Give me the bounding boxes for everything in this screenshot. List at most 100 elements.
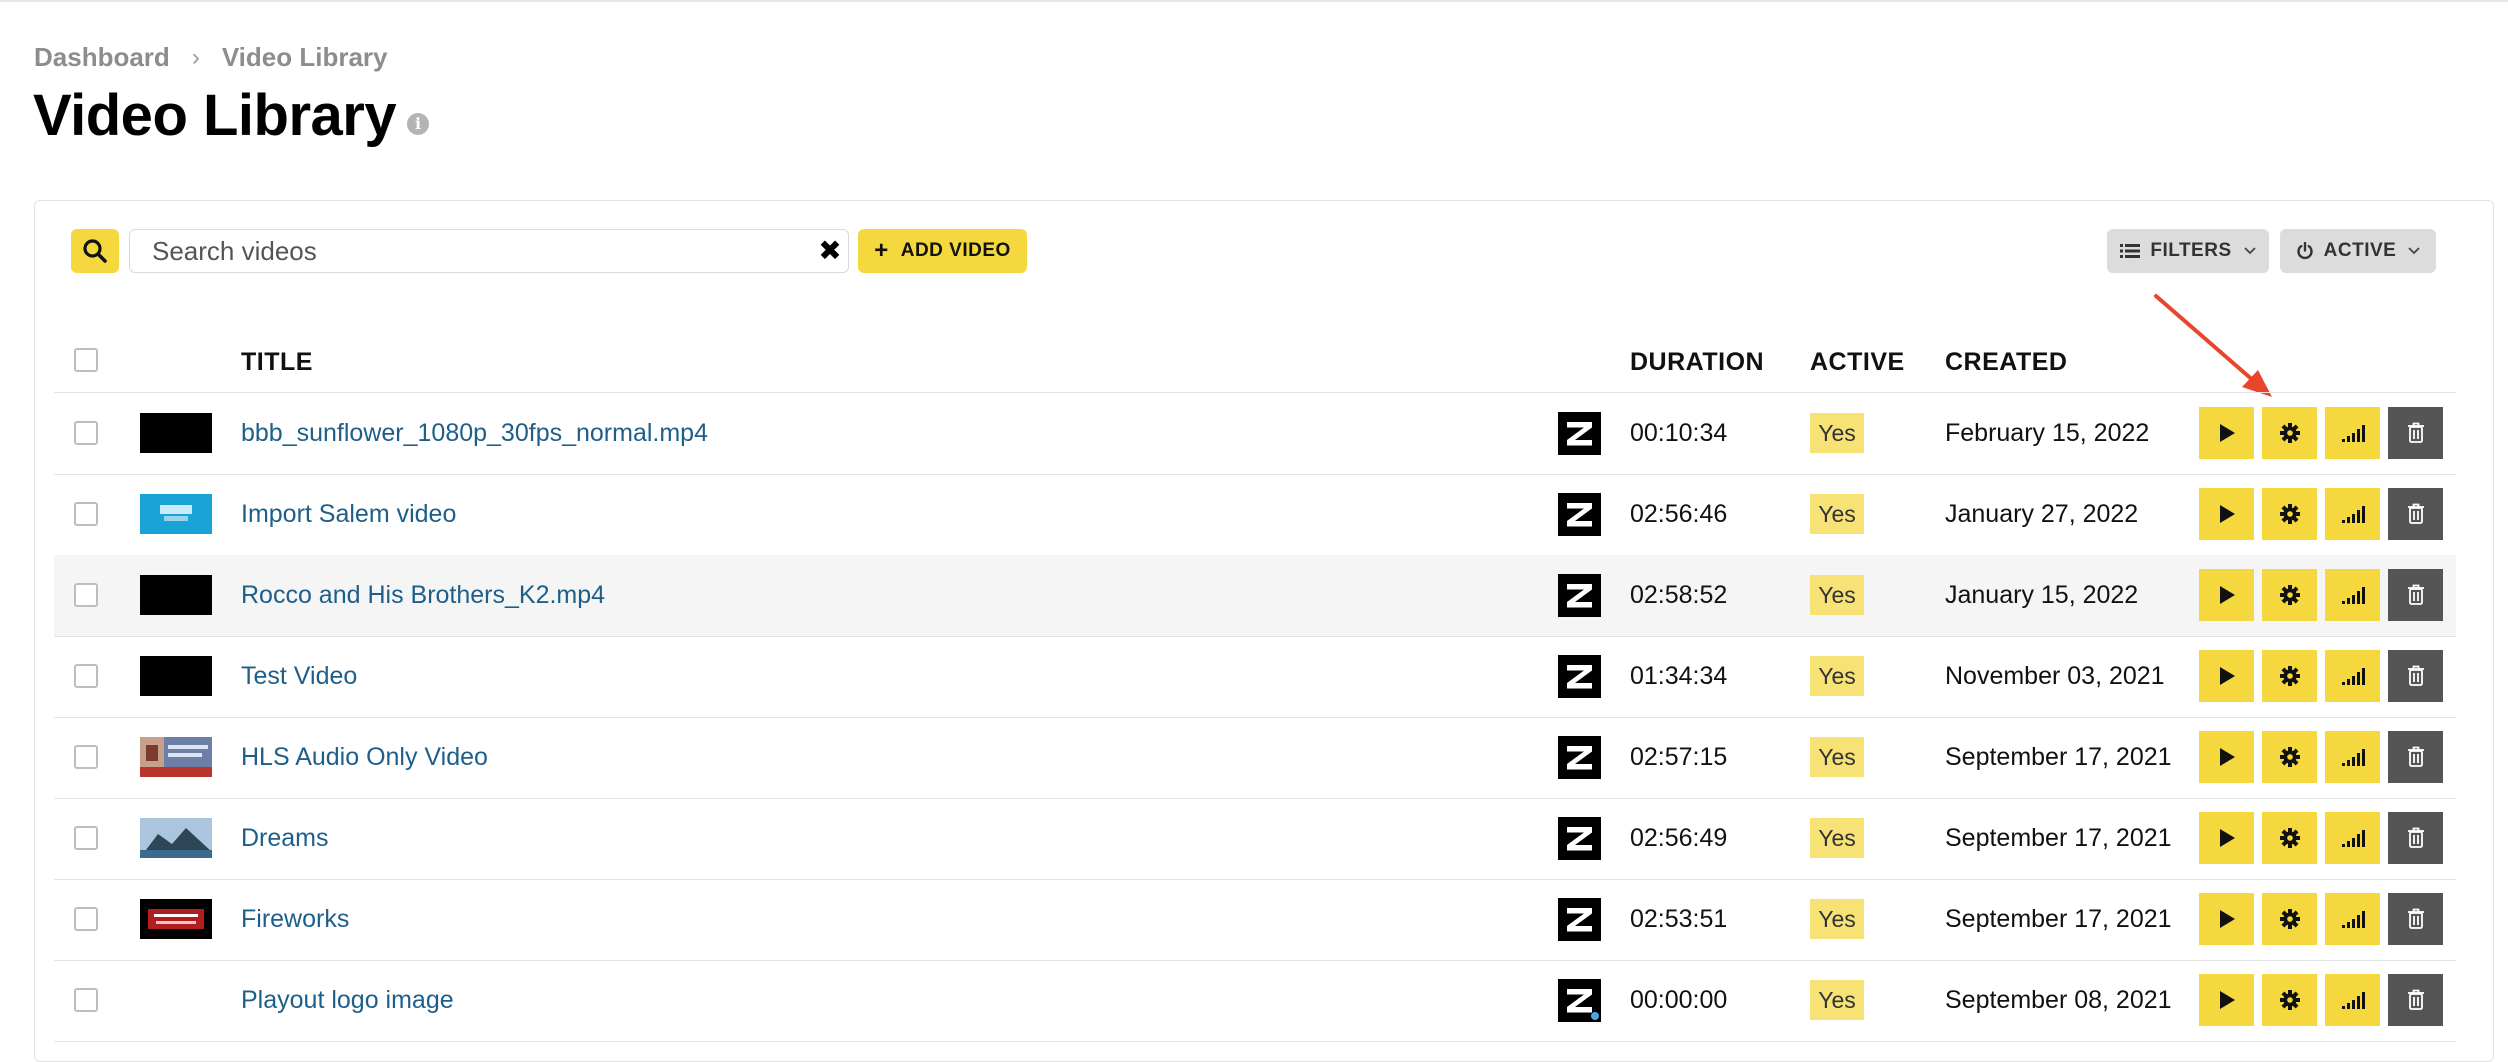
- play-button[interactable]: [2199, 488, 2254, 540]
- video-thumbnail[interactable]: [140, 656, 212, 696]
- video-title-link[interactable]: bbb_sunflower_1080p_30fps_normal.mp4: [241, 419, 708, 448]
- delete-button[interactable]: [2388, 812, 2443, 864]
- breadcrumb-separator: ›: [191, 43, 200, 71]
- delete-button[interactable]: [2388, 569, 2443, 621]
- video-title-link[interactable]: Playout logo image: [241, 986, 454, 1015]
- settings-button[interactable]: [2262, 407, 2317, 459]
- column-created[interactable]: CREATED: [1945, 348, 2067, 377]
- signal-bars-icon: [2341, 830, 2365, 847]
- breadcrumb-dashboard[interactable]: Dashboard: [34, 42, 170, 73]
- settings-button[interactable]: [2262, 731, 2317, 783]
- table-row[interactable]: Rocco and His Brothers_K2.mp4 02:58:52 Yes…: [54, 555, 2456, 637]
- chevron-down-icon: [2408, 242, 2420, 260]
- plus-icon: +: [874, 237, 889, 264]
- trash-icon: [2407, 908, 2424, 929]
- settings-button[interactable]: [2262, 974, 2317, 1026]
- video-thumbnail[interactable]: [140, 575, 212, 615]
- delete-button[interactable]: [2388, 731, 2443, 783]
- trash-icon: [2407, 503, 2424, 524]
- gear-icon: [2279, 423, 2300, 443]
- video-title-link[interactable]: Rocco and His Brothers_K2.mp4: [241, 581, 605, 610]
- analytics-button[interactable]: [2325, 650, 2380, 702]
- row-checkbox[interactable]: [74, 583, 98, 607]
- play-button[interactable]: [2199, 893, 2254, 945]
- row-checkbox[interactable]: [74, 988, 98, 1012]
- search-input[interactable]: [129, 229, 849, 273]
- row-checkbox[interactable]: [74, 421, 98, 445]
- play-icon: [2219, 829, 2235, 847]
- table-row[interactable]: bbb_sunflower_1080p_30fps_normal.mp4 00:1…: [54, 393, 2456, 475]
- analytics-button[interactable]: [2325, 569, 2380, 621]
- play-icon: [2219, 505, 2235, 523]
- video-duration: 00:00:00: [1630, 986, 1728, 1014]
- active-status-badge: Yes: [1810, 980, 1864, 1020]
- row-checkbox[interactable]: [74, 907, 98, 931]
- created-date: September 17, 2021: [1945, 743, 2172, 771]
- row-checkbox[interactable]: [74, 745, 98, 769]
- z-logo-icon: [1558, 898, 1601, 941]
- delete-button[interactable]: [2388, 650, 2443, 702]
- row-checkbox[interactable]: [74, 502, 98, 526]
- active-filter-button[interactable]: ACTIVE: [2280, 229, 2436, 273]
- video-thumbnail[interactable]: [140, 818, 212, 858]
- z-logo-icon: [1558, 574, 1601, 617]
- clear-search-icon[interactable]: ✖: [818, 237, 842, 265]
- play-button[interactable]: [2199, 569, 2254, 621]
- row-checkbox[interactable]: [74, 664, 98, 688]
- table-row[interactable]: Test Video 01:34:34 Yes November 03, 2021: [54, 636, 2456, 718]
- analytics-button[interactable]: [2325, 407, 2380, 459]
- play-button[interactable]: [2199, 974, 2254, 1026]
- play-button[interactable]: [2199, 407, 2254, 459]
- play-button[interactable]: [2199, 731, 2254, 783]
- video-thumbnail[interactable]: [140, 899, 212, 939]
- search-button[interactable]: [71, 229, 119, 273]
- delete-button[interactable]: [2388, 893, 2443, 945]
- trash-icon: [2407, 584, 2424, 605]
- play-button[interactable]: [2199, 650, 2254, 702]
- table-row[interactable]: Fireworks 02:53:51 Yes September 17, 2021: [54, 879, 2456, 961]
- settings-button[interactable]: [2262, 812, 2317, 864]
- add-video-button[interactable]: + ADD VIDEO: [858, 229, 1027, 273]
- trash-icon: [2407, 665, 2424, 686]
- video-title-link[interactable]: Fireworks: [241, 905, 349, 934]
- video-title-link[interactable]: Test Video: [241, 662, 357, 691]
- gear-icon: [2279, 585, 2300, 605]
- delete-button[interactable]: [2388, 974, 2443, 1026]
- analytics-button[interactable]: [2325, 731, 2380, 783]
- table-row[interactable]: Playout logo image 00:00:00 Yes September 0…: [54, 960, 2456, 1042]
- row-checkbox[interactable]: [74, 826, 98, 850]
- active-status-badge: Yes: [1810, 575, 1864, 615]
- table-row[interactable]: Dreams 02:56:49 Yes September 17, 2021: [54, 798, 2456, 880]
- z-logo-icon: [1558, 412, 1601, 455]
- video-thumbnail[interactable]: [140, 737, 212, 777]
- column-title[interactable]: TITLE: [241, 348, 313, 377]
- table-row[interactable]: HLS Audio Only Video 02:57:15 Yes September…: [54, 717, 2456, 799]
- signal-bars-icon: [2341, 425, 2365, 442]
- table-row[interactable]: Import Salem video 02:56:46 Yes January 27,…: [54, 474, 2456, 556]
- video-thumbnail[interactable]: [140, 980, 212, 1020]
- video-thumbnail[interactable]: [140, 494, 212, 534]
- trash-icon: [2407, 746, 2424, 767]
- delete-button[interactable]: [2388, 407, 2443, 459]
- settings-button[interactable]: [2262, 569, 2317, 621]
- analytics-button[interactable]: [2325, 812, 2380, 864]
- settings-button[interactable]: [2262, 893, 2317, 945]
- settings-button[interactable]: [2262, 650, 2317, 702]
- analytics-button[interactable]: [2325, 893, 2380, 945]
- video-thumbnail[interactable]: [140, 413, 212, 453]
- filters-button[interactable]: FILTERS: [2107, 229, 2269, 273]
- trash-icon: [2407, 422, 2424, 443]
- select-all-checkbox[interactable]: [74, 348, 98, 372]
- delete-button[interactable]: [2388, 488, 2443, 540]
- column-duration[interactable]: DURATION: [1630, 348, 1764, 377]
- video-title-link[interactable]: Dreams: [241, 824, 329, 853]
- video-title-link[interactable]: HLS Audio Only Video: [241, 743, 488, 772]
- created-date: September 17, 2021: [1945, 824, 2172, 852]
- settings-button[interactable]: [2262, 488, 2317, 540]
- video-title-link[interactable]: Import Salem video: [241, 500, 456, 529]
- analytics-button[interactable]: [2325, 488, 2380, 540]
- column-active[interactable]: ACTIVE: [1810, 348, 1905, 377]
- analytics-button[interactable]: [2325, 974, 2380, 1026]
- play-button[interactable]: [2199, 812, 2254, 864]
- info-icon[interactable]: i: [407, 113, 429, 135]
